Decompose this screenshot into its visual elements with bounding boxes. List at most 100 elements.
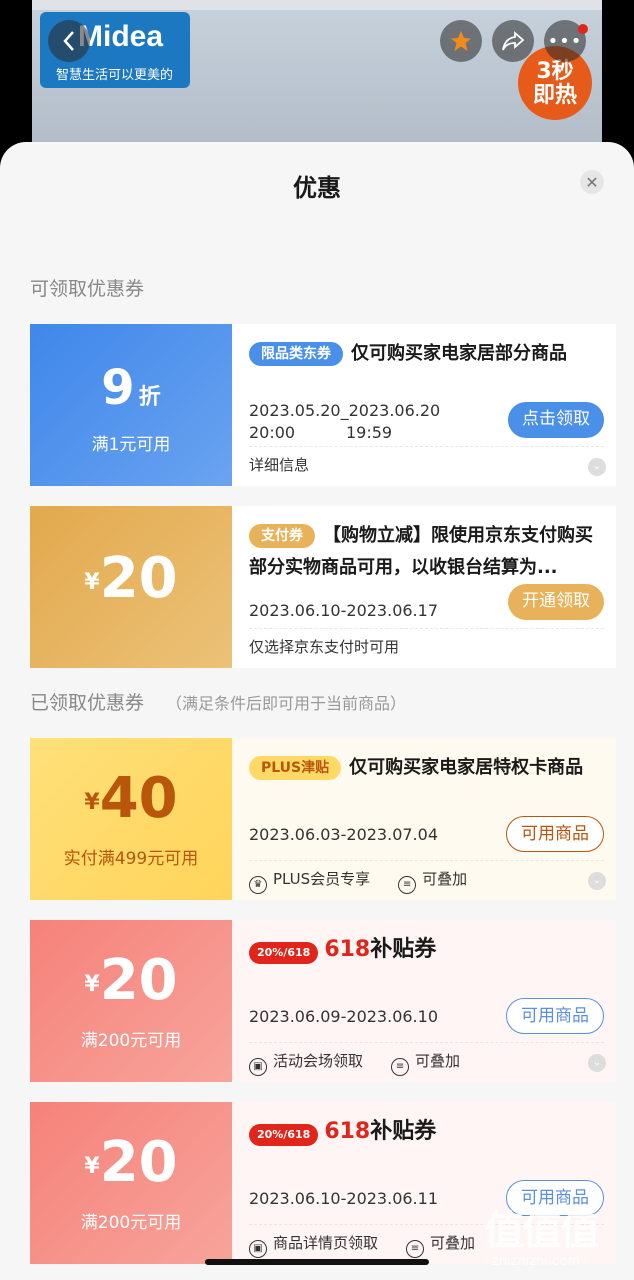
coupon-date: 2023.05.20_2023.06.20 20:00 19:59 [249,400,440,444]
back-button[interactable] [48,20,90,62]
claimed-note: （满足条件后即可用于当前商品） [166,694,407,713]
watermark-url: zhizhizhi.com [492,1254,580,1269]
coupon-date: 2023.06.03-2023.07.04 [249,825,438,844]
logo-text: 补贴券 [370,937,437,962]
venue-icon: ▣ [249,1058,267,1076]
coupon-footer: ▣ 活动会场领取 ≡ 可叠加 [249,1050,460,1076]
coupon-details: 20%/618 618补贴券 2023.06.09-2023.06.10 可用商品… [232,920,616,1082]
coupon-divider [249,1042,604,1043]
star-icon [451,31,471,51]
coupon-divider [249,628,604,629]
photo-topbar [32,0,602,10]
activate-claim-button[interactable]: 开通领取 [508,584,604,620]
coupon-condition: 满200元可用 [80,1213,182,1233]
venue-icon: ▣ [249,1240,267,1258]
chevron-down-icon[interactable]: ⌄ [588,458,606,476]
coupon-date: 2023.06.10-2023.06.11 [249,1189,438,1208]
close-icon: ✕ [585,172,599,192]
coupon-currency: ¥ [84,1154,100,1179]
coupon-footer: ♛ PLUS会员专享 ≡ 可叠加 [249,868,467,894]
favorite-button[interactable] [440,20,482,62]
coupon-amount: 20 [99,948,178,1013]
coupon-date: 2023.06.10-2023.06.17 [249,601,438,620]
claim-button[interactable]: 点击领取 [508,402,604,438]
subsidy-618-logo: 20%/618 618补贴券 [249,934,436,967]
coupon-title-row: 20%/618 618补贴券 [249,934,609,967]
subsidy-618-logo: 20%/618 618补贴券 [249,1116,436,1149]
coupon-date: 2023.06.09-2023.06.10 [249,1007,438,1026]
coupon-value-panel: ¥20 满200元可用 [30,1102,232,1264]
chevron-down-icon[interactable]: ⌄ [588,872,606,890]
coupon-unit: 折 [138,385,161,410]
coupon-value-panel: ¥20 满200元可用 [30,920,232,1082]
share-button[interactable] [492,20,534,62]
claimed-label-text: 已领取优惠券 [30,692,145,714]
coupon-amount: 20 [99,1130,178,1195]
coupon-date-line1: 2023.05.20_2023.06.20 [249,401,441,420]
stack-icon: ≡ [406,1240,425,1258]
coupon-details: PLUS津贴 仅可购买家电家居特权卡商品 2023.06.03-2023.07.0… [232,738,616,900]
notification-dot [578,24,588,34]
logo-num: 618 [324,937,371,962]
coupon-details: 支付券 【购物立减】限使用京东支付购买部分实物商品可用，以收银台结算为... 20… [232,506,616,668]
coupon-amount: 40 [99,766,178,831]
more-icon: ••• [547,30,583,52]
coupon-title-row: 20%/618 618补贴券 [249,1116,609,1149]
usable-products-button[interactable]: 可用商品 [506,816,604,852]
stack-icon: ≡ [398,876,417,894]
coupon-divider [249,860,604,861]
logo-pill: 20%/618 [249,1124,319,1146]
coupon-footer-a: PLUS会员专享 [273,870,371,888]
coupon-footer-a: 商品详情页领取 [273,1234,379,1252]
brand-logo: Midea [78,20,164,53]
coupon-footer-b: 可叠加 [430,1234,476,1252]
watermark-logo: 值值值 [484,1208,600,1254]
coupon-currency: ¥ [84,570,100,595]
chevron-left-icon [63,31,74,51]
usable-products-button[interactable]: 可用商品 [506,998,604,1034]
coupon-footer: ▣ 商品详情页领取 ≡ 可叠加 [249,1232,475,1258]
logo-pill: 20%/618 [249,942,319,964]
coupon-condition: 实付满499元可用 [63,849,199,869]
coupon-currency: ¥ [84,790,100,815]
coupon-value-panel: 9折 满1元可用 [30,324,232,486]
coupon-footer-b: 可叠加 [415,1052,461,1070]
brand-slogan: 智慧生活可以更美的 [56,68,174,83]
coupon-footer-b: 可叠加 [422,870,468,888]
coupon-details: 限品类东券 仅可购买家电家居部分商品 2023.05.20_2023.06.20 … [232,324,616,486]
coupon-date-line2: 20:00 19:59 [249,423,393,442]
crown-icon: ♛ [249,876,267,894]
coupon-value-panel: ¥20 [30,506,232,668]
coupon-condition: 满200元可用 [80,1031,182,1051]
coupon-title: 仅可购买家电家居部分商品 [351,343,567,364]
coupon-value-panel: ¥40 实付满499元可用 [30,738,232,900]
claimed-section-label: 已领取优惠券 （满足条件后即可用于当前商品） [30,688,406,715]
coupon-sheet: 优惠 ✕ 可领取优惠券 9折 满1元可用 限品类东券 仅可购买家电家居部分商品 2… [0,142,634,1280]
logo-num: 618 [324,1119,371,1144]
coupon-footer-note: 仅选择京东支付时可用 [249,638,400,656]
coupon-card: ¥20 支付券 【购物立减】限使用京东支付购买部分实物商品可用，以收银台结算为..… [30,506,616,668]
coupon-footer-a: 活动会场领取 [273,1052,364,1070]
sheet-title: 优惠 [293,174,341,202]
coupon-detail-link[interactable]: 详细信息 [249,454,309,476]
available-section-label: 可领取优惠券 [30,278,145,300]
coupon-title-row: PLUS津贴 仅可购买家电家居特权卡商品 [249,752,609,784]
coupon-card: ¥40 实付满499元可用 PLUS津贴 仅可购买家电家居特权卡商品 2023.0… [30,738,616,900]
coupon-tag: 支付券 [249,524,315,548]
logo-text: 补贴券 [370,1119,437,1144]
share-icon [502,31,525,51]
coupon-card: 9折 满1元可用 限品类东券 仅可购买家电家居部分商品 2023.05.20_20… [30,324,616,486]
coupon-tag: PLUS津贴 [249,756,342,780]
coupon-amount: 9 [101,360,135,416]
coupon-condition: 满1元可用 [91,435,171,455]
coupon-currency: ¥ [84,972,100,997]
chevron-down-icon[interactable]: ⌄ [588,1054,606,1072]
close-button[interactable]: ✕ [580,170,604,194]
coupon-card: ¥20 满200元可用 20%/618 618补贴券 2023.06.09-202… [30,920,616,1082]
coupon-title-row: 限品类东券 仅可购买家电家居部分商品 [249,338,609,370]
coupon-title-row: 支付券 【购物立减】限使用京东支付购买部分实物商品可用，以收银台结算为... [249,520,609,584]
coupon-divider [249,446,604,447]
home-indicator[interactable] [205,1259,429,1265]
coupon-amount: 20 [99,546,178,611]
coupon-title: 仅可购买家电家居特权卡商品 [349,757,584,778]
